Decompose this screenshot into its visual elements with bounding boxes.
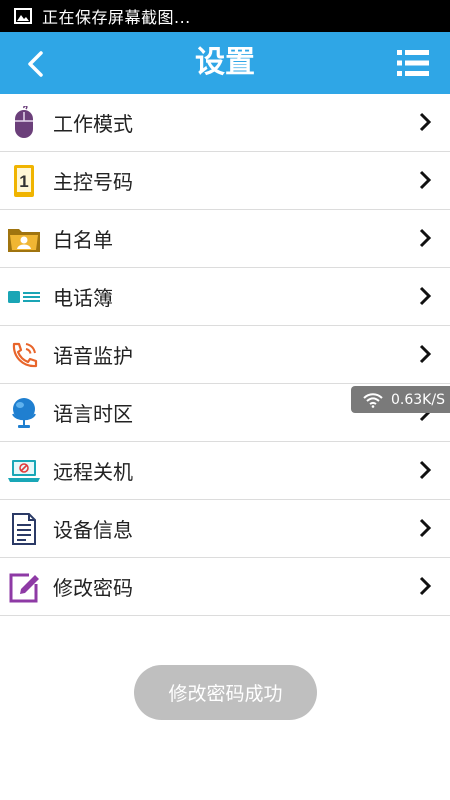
setting-item-label: 远程关机 — [53, 460, 133, 484]
status-bar: 正在保存屏幕截图... — [0, 0, 450, 32]
setting-item-label: 电话簿 — [53, 286, 113, 310]
document-icon — [6, 511, 42, 547]
phone-number-icon: 1 — [6, 163, 42, 199]
wifi-icon — [363, 392, 383, 408]
settings-list: 工作模式 1 主控号码 白名单 电话簿 语音监护 语言时区 远程关机 设备信息 … — [0, 94, 450, 616]
setting-item-label: 白名单 — [53, 228, 113, 252]
list-menu-icon[interactable] — [396, 48, 430, 78]
chevron-right-icon — [419, 576, 432, 596]
chevron-right-icon — [419, 228, 432, 248]
toast-message: 修改密码成功 — [134, 665, 317, 720]
setting-item-master-number[interactable]: 1 主控号码 — [0, 152, 450, 210]
setting-item-label: 语音监护 — [53, 344, 133, 368]
setting-item-phonebook[interactable]: 电话簿 — [0, 268, 450, 326]
contact-folder-icon — [6, 221, 42, 257]
setting-item-device-info[interactable]: 设备信息 — [0, 500, 450, 558]
setting-item-whitelist[interactable]: 白名单 — [0, 210, 450, 268]
chevron-right-icon — [419, 286, 432, 306]
page-title: 设置 — [195, 45, 255, 80]
network-speed-value: 0.63K/S — [391, 391, 445, 408]
phonebook-icon — [6, 279, 42, 315]
status-text: 正在保存屏幕截图... — [42, 8, 191, 27]
app-bar: 设置 — [0, 32, 450, 94]
mouse-icon — [6, 105, 42, 141]
chevron-right-icon — [419, 344, 432, 364]
chevron-right-icon — [419, 518, 432, 538]
chevron-right-icon — [419, 170, 432, 190]
chevron-right-icon — [419, 112, 432, 132]
image-icon — [14, 8, 32, 24]
edit-icon — [6, 569, 42, 605]
setting-item-voice-monitor[interactable]: 语音监护 — [0, 326, 450, 384]
setting-item-label: 修改密码 — [53, 576, 133, 600]
globe-icon — [6, 395, 42, 431]
svg-text:1: 1 — [19, 172, 28, 191]
setting-item-work-mode[interactable]: 工作模式 — [0, 94, 450, 152]
setting-item-label: 主控号码 — [53, 170, 133, 194]
network-speed-overlay[interactable]: 0.63K/S — [351, 386, 450, 413]
chevron-right-icon — [419, 460, 432, 480]
setting-item-remote-shutdown[interactable]: 远程关机 — [0, 442, 450, 500]
call-monitor-icon — [6, 337, 42, 373]
laptop-power-icon — [6, 453, 42, 489]
setting-item-label: 工作模式 — [53, 112, 133, 136]
setting-item-change-password[interactable]: 修改密码 — [0, 558, 450, 616]
setting-item-label: 设备信息 — [53, 518, 133, 542]
